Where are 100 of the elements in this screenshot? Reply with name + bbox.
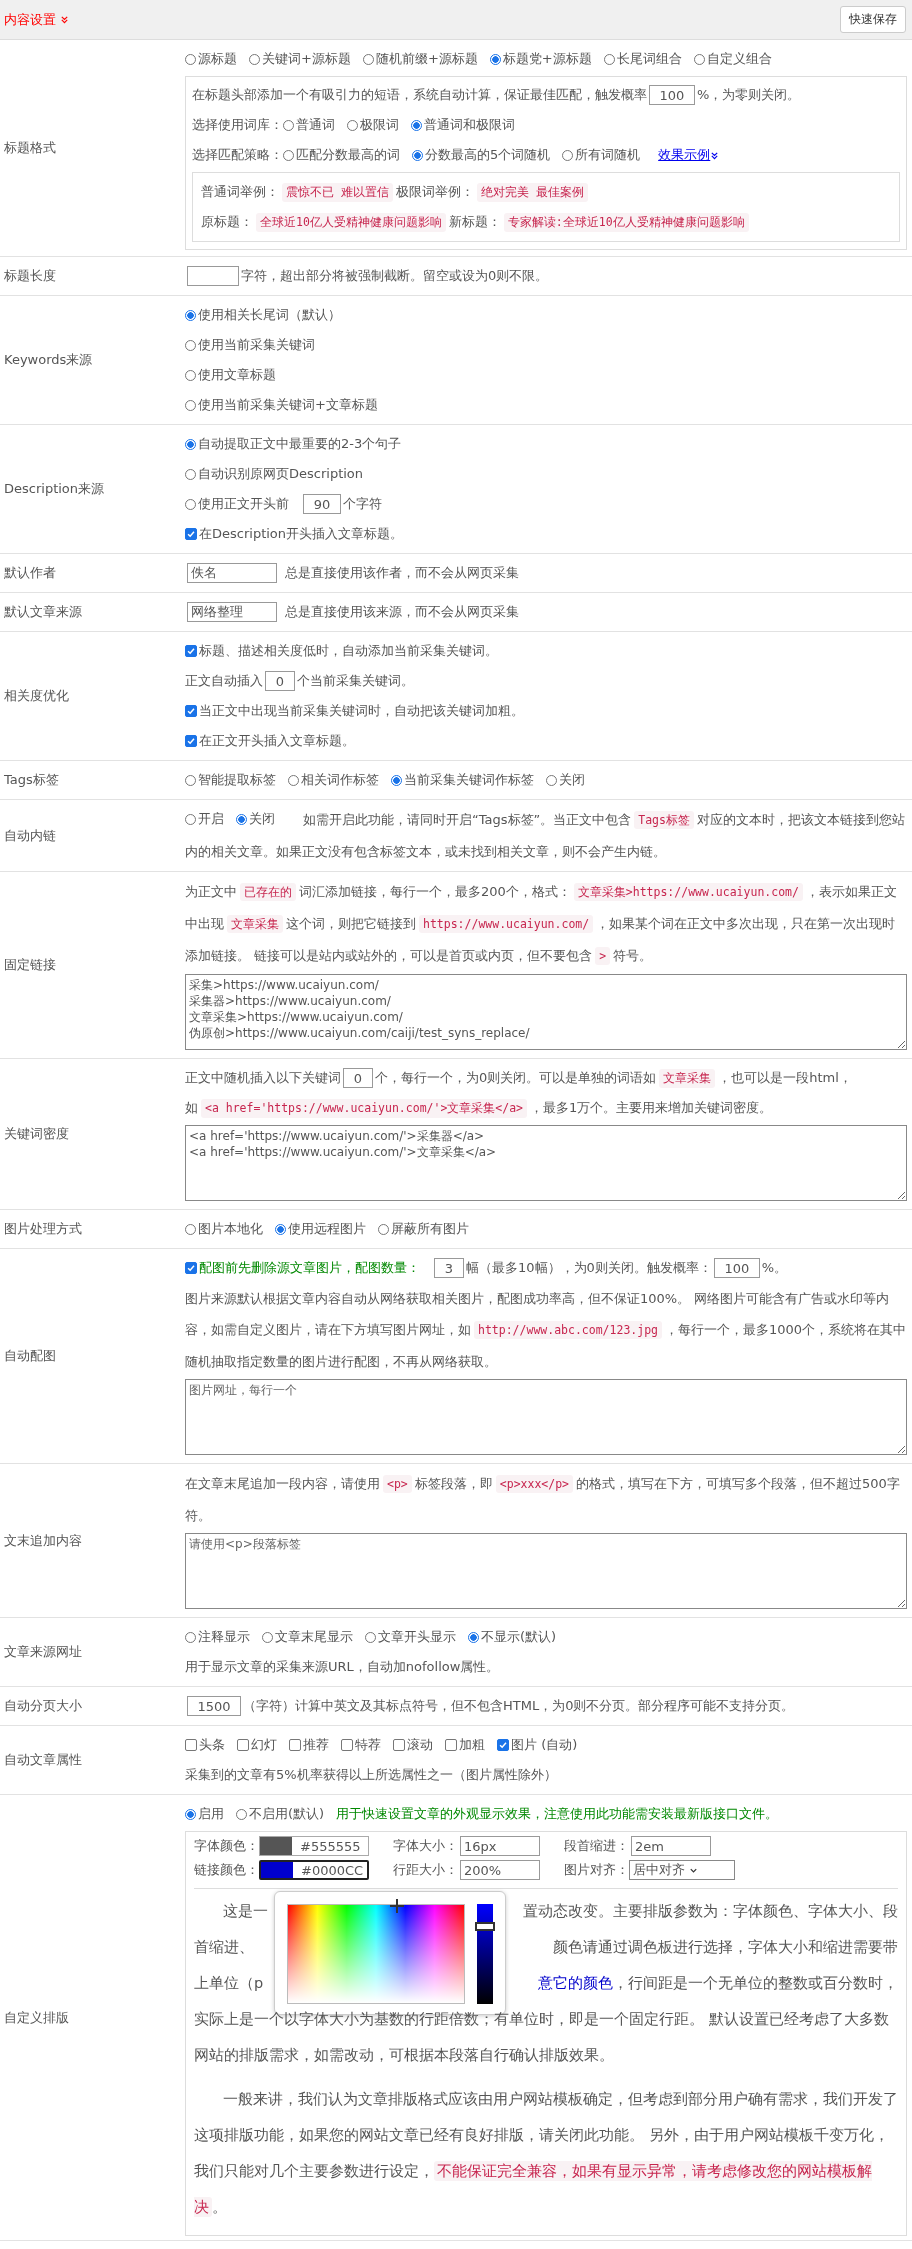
radio-option[interactable]: 相关词作标签 [288, 771, 379, 789]
radio-icon[interactable] [185, 1631, 196, 1643]
checkbox-icon[interactable] [185, 1739, 197, 1751]
checkbox-icon[interactable] [185, 528, 197, 540]
radio-option[interactable]: 开启 [185, 810, 224, 828]
radio-icon[interactable] [693, 53, 705, 65]
radio-icon[interactable] [468, 1631, 479, 1643]
checkbox-icon[interactable] [341, 1739, 353, 1751]
radio-icon[interactable] [412, 149, 423, 161]
checkbox-icon[interactable] [185, 645, 197, 657]
radio-option[interactable]: 使用当前采集关键词 [185, 336, 315, 354]
radio-icon[interactable] [288, 774, 299, 786]
number-input[interactable]: 3 [434, 1258, 464, 1278]
radio-icon[interactable] [185, 438, 196, 450]
radio-option[interactable]: 图片本地化 [185, 1220, 263, 1238]
radio-option[interactable]: 自定义组合 [693, 50, 772, 68]
radio-option[interactable]: 不启用(默认) [236, 1805, 325, 1823]
radio-option[interactable]: 分数最高的5个词随机 [412, 146, 551, 164]
radio-option[interactable]: 标题党+源标题 [489, 50, 592, 68]
radio-option[interactable]: 所有词随机 [562, 146, 641, 164]
radio-option[interactable]: 当前采集关键词作标签 [391, 771, 534, 789]
number-input[interactable]: 0 [343, 1068, 373, 1088]
radio-icon[interactable] [362, 53, 374, 65]
radio-icon[interactable] [185, 1223, 196, 1235]
radio-icon[interactable] [562, 149, 574, 161]
radio-option[interactable]: 不显示(默认) [468, 1628, 557, 1646]
checkbox-icon[interactable] [237, 1739, 249, 1751]
number-input[interactable] [187, 266, 239, 286]
text-input[interactable]: 200% [460, 1860, 540, 1880]
radio-option[interactable]: 使用正文开头前 [185, 495, 289, 513]
radio-icon[interactable] [365, 1631, 376, 1643]
text-input[interactable]: 佚名 [187, 563, 277, 583]
radio-option[interactable]: 随机前缀+源标题 [362, 50, 478, 68]
text-area[interactable]: 图片网址，每行一个 [185, 1379, 907, 1455]
radio-option[interactable]: 自动提取正文中最重要的2-3个句子 [185, 435, 402, 453]
radio-option[interactable]: 关闭 [546, 771, 585, 789]
radio-icon[interactable] [185, 53, 196, 65]
radio-icon[interactable] [391, 774, 402, 786]
checkbox-option[interactable]: 幻灯 [237, 1736, 277, 1754]
color-field[interactable]: #0000CC [259, 1860, 369, 1880]
radio-option[interactable]: 智能提取标签 [185, 771, 276, 789]
checkbox-icon[interactable] [185, 705, 197, 717]
checkbox-option[interactable]: 标题、描述相关度低时，自动添加当前采集关键词。 [185, 642, 498, 660]
radio-option[interactable]: 使用远程图片 [275, 1220, 366, 1238]
radio-icon[interactable] [283, 119, 294, 131]
radio-icon[interactable] [378, 1223, 389, 1235]
checkbox-icon[interactable] [289, 1739, 301, 1751]
checkbox-icon[interactable] [497, 1739, 509, 1751]
radio-option[interactable]: 关键词+源标题 [249, 50, 351, 68]
checkbox-option[interactable]: 配图前先删除源文章图片，配图数量： [185, 1259, 420, 1277]
radio-option[interactable]: 启用 [185, 1805, 224, 1823]
text-input[interactable]: 2em [631, 1836, 711, 1856]
radio-icon[interactable] [347, 119, 358, 131]
radio-icon[interactable] [546, 774, 557, 786]
radio-icon[interactable] [185, 1808, 196, 1820]
checkbox-option[interactable]: 推荐 [289, 1736, 329, 1754]
checkbox-option[interactable]: 在正文开头插入文章标题。 [185, 732, 355, 750]
number-input[interactable]: 100 [649, 85, 695, 105]
double-chevron-icon[interactable] [60, 15, 69, 24]
radio-option[interactable]: 屏蔽所有图片 [378, 1220, 469, 1238]
checkbox-icon[interactable] [185, 1262, 197, 1274]
radio-icon[interactable] [185, 774, 196, 786]
alignment-select[interactable]: 居中对齐 [629, 1860, 735, 1880]
save-button[interactable]: 快速保存 [840, 6, 906, 33]
radio-option[interactable]: 源标题 [185, 50, 237, 68]
radio-icon[interactable] [249, 53, 260, 65]
radio-option[interactable]: 关闭 [236, 810, 275, 828]
radio-icon[interactable] [185, 813, 196, 825]
checkbox-icon[interactable] [185, 735, 197, 747]
radio-icon[interactable] [185, 468, 196, 480]
radio-icon[interactable] [603, 53, 615, 65]
radio-option[interactable]: 注释显示 [185, 1628, 250, 1646]
radio-icon[interactable] [262, 1631, 273, 1643]
radio-icon[interactable] [185, 309, 196, 321]
number-input[interactable]: 90 [303, 494, 341, 514]
radio-icon[interactable] [283, 149, 294, 161]
number-input[interactable]: 0 [265, 671, 295, 691]
radio-icon[interactable] [185, 369, 196, 381]
radio-option[interactable]: 使用当前采集关键词+文章标题 [185, 396, 378, 414]
radio-icon[interactable] [411, 119, 422, 131]
checkbox-option[interactable]: 特荐 [341, 1736, 381, 1754]
checkbox-option[interactable]: 头条 [185, 1736, 225, 1754]
radio-option[interactable]: 长尾词组合 [603, 50, 682, 68]
radio-option[interactable]: 使用文章标题 [185, 366, 276, 384]
text-area[interactable]: 请使用<p>段落标签 [185, 1533, 907, 1609]
radio-icon[interactable] [185, 399, 196, 411]
section-title[interactable]: 内容设置 [4, 10, 56, 29]
checkbox-option[interactable]: 当正文中出现当前采集关键词时，自动把该关键词加粗。 [185, 702, 524, 720]
number-input[interactable]: 100 [713, 1258, 760, 1278]
color-field[interactable]: #555555 [259, 1836, 369, 1856]
radio-option[interactable]: 极限词 [347, 116, 399, 134]
radio-option[interactable]: 普通词 [283, 116, 335, 134]
checkbox-icon[interactable] [393, 1739, 405, 1751]
example-link[interactable]: 效果示例 [658, 146, 711, 164]
checkbox-option[interactable]: 滚动 [393, 1736, 433, 1754]
radio-icon[interactable] [185, 498, 196, 510]
radio-option[interactable]: 文章开头显示 [365, 1628, 456, 1646]
checkbox-option[interactable]: 图片 (自动) [497, 1736, 578, 1754]
radio-icon[interactable] [275, 1223, 286, 1235]
text-area[interactable]: <a href='https://www.ucaiyun.com/'>采集器</a> <a href='https://www.ucaiyun.com/'>文章采集</a> [185, 1125, 907, 1201]
